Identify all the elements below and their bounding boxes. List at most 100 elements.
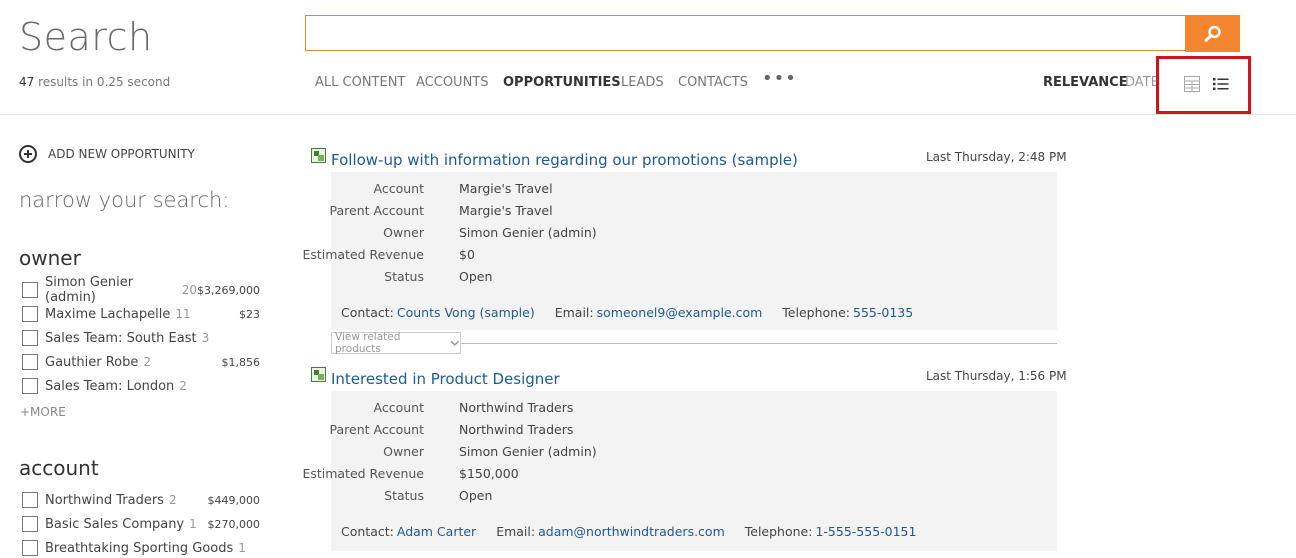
facet-label: Sales Team: South East — [45, 330, 197, 346]
owner-link[interactable]: Simon Genier (admin) — [459, 444, 597, 459]
email-link[interactable]: adam@northwindtraders.com — [538, 524, 725, 539]
facet-count: 2 — [143, 355, 151, 369]
account-link[interactable]: Margie's Travel — [459, 181, 553, 196]
page-title: Search — [19, 15, 153, 59]
contact-line: Contact: Counts Vong (sample) Email: someo… — [341, 305, 916, 320]
tab-all-content[interactable]: ALL CONTENT — [315, 75, 405, 90]
phone-link[interactable]: 555-0135 — [853, 305, 913, 320]
facet-label: Breathtaking Sporting Goods — [45, 540, 234, 556]
checkbox[interactable] — [22, 492, 38, 508]
result-count: 47 — [19, 75, 35, 89]
field-label: Owner — [383, 225, 424, 240]
facet-amount: $270,000 — [207, 517, 261, 531]
search-input[interactable] — [305, 15, 1185, 51]
related-products-label: View related products — [335, 331, 401, 355]
checkbox[interactable] — [22, 282, 38, 298]
phone-label: Telephone: — [782, 305, 850, 320]
field-owner: Owner Simon Genier (admin) — [331, 225, 1031, 243]
grid-view-icon[interactable] — [1184, 76, 1200, 96]
field-label: Parent Account — [329, 203, 424, 218]
view-related-products-button[interactable]: View related products — [331, 331, 461, 355]
field-parent-account: Parent Account Margie's Travel — [329, 203, 1031, 221]
phone-label: Telephone: — [744, 524, 813, 539]
result-time: in 0.25 second — [82, 75, 171, 89]
field-value: $0 — [459, 247, 475, 262]
facet-label: Northwind Traders — [45, 492, 164, 508]
account-facet-item[interactable]: Northwind Traders 2 $449,000 — [22, 490, 260, 510]
checkbox[interactable] — [22, 516, 38, 532]
facet-amount: $3,269,000 — [197, 283, 260, 297]
sort-relevance[interactable]: RELEVANCE — [1043, 75, 1128, 90]
opportunity-record-icon — [311, 367, 326, 382]
owner-facet-item[interactable]: Maxime Lachapelle 11 $23 — [22, 304, 260, 324]
field-estimated-revenue: Estimated Revenue $0 — [302, 247, 1031, 265]
list-view-icon[interactable] — [1213, 76, 1229, 95]
account-facet-item[interactable]: Breathtaking Sporting Goods 1 — [22, 538, 260, 558]
field-value: Open — [459, 269, 493, 284]
tab-leads[interactable]: LEADS — [621, 75, 664, 90]
field-value: Open — [459, 488, 493, 503]
contact-label: Contact: — [341, 524, 394, 539]
contact-link[interactable]: Adam Carter — [397, 524, 476, 539]
facet-label: Simon Genier (admin) — [45, 275, 134, 305]
field-label: Owner — [383, 444, 424, 459]
owner-link[interactable]: Simon Genier (admin) — [459, 225, 597, 240]
contact-label: Contact: — [341, 305, 394, 320]
email-label: Email: — [496, 524, 536, 539]
header-divider — [0, 114, 1296, 115]
narrow-search-heading: narrow your search: — [19, 188, 230, 212]
account-facet-title: account — [19, 456, 99, 480]
result-count-label: results — [38, 75, 79, 89]
facet-label: Maxime Lachapelle — [45, 306, 171, 322]
search-button[interactable] — [1185, 15, 1240, 52]
field-status: Status Open — [331, 488, 1031, 506]
phone-link[interactable]: 1-555-555-0151 — [815, 524, 916, 539]
result-title[interactable]: Follow-up with information regarding our… — [331, 151, 798, 169]
account-link[interactable]: Northwind Traders — [459, 400, 573, 415]
field-label: Status — [384, 269, 424, 284]
owner-facet-item[interactable]: Gauthier Robe 2 $1,856 — [22, 352, 260, 372]
field-value: Northwind Traders — [459, 422, 574, 437]
checkbox[interactable] — [22, 540, 38, 556]
facet-amount: $1,856 — [221, 355, 261, 369]
account-facet-item[interactable]: Basic Sales Company 1 $270,000 — [22, 514, 260, 534]
facet-amount: $23 — [239, 307, 260, 321]
search-icon — [1204, 25, 1221, 42]
checkbox[interactable] — [22, 354, 38, 370]
result-date: Last Thursday, 2:48 PM — [926, 150, 1067, 164]
add-new-opportunity-button[interactable]: ADD NEW OPPORTUNITY — [19, 145, 195, 163]
owner-more-link[interactable]: +MORE — [20, 405, 66, 419]
related-divider — [461, 343, 1057, 344]
owner-facet-item[interactable]: Sales Team: South East 3 — [22, 328, 260, 348]
email-link[interactable]: someonel9@example.com — [597, 305, 763, 320]
facet-amount: $449,000 — [207, 493, 261, 507]
email-label: Email: — [554, 305, 594, 320]
owner-facet-item[interactable]: Sales Team: London 2 — [22, 376, 260, 396]
sort-date[interactable]: DATE — [1125, 75, 1159, 90]
field-label: Estimated Revenue — [302, 466, 424, 481]
contact-link[interactable]: Counts Vong (sample) — [397, 305, 535, 320]
result-title[interactable]: Interested in Product Designer — [331, 370, 560, 388]
view-toggle-highlight — [1156, 56, 1251, 114]
more-tabs-button[interactable]: ••• — [762, 68, 797, 89]
checkbox[interactable] — [22, 306, 38, 322]
field-label: Account — [373, 181, 424, 196]
tab-accounts[interactable]: ACCOUNTS — [416, 75, 488, 90]
facet-count: 20 — [181, 283, 198, 297]
owner-facet-item[interactable]: Simon Genier (admin) 20 $3,269,000 — [22, 275, 260, 305]
result-summary: 47 results in 0.25 second — [19, 75, 170, 89]
facet-label: Basic Sales Company — [45, 516, 185, 532]
facet-label: Gauthier Robe — [45, 354, 139, 370]
checkbox[interactable] — [22, 378, 38, 394]
tab-contacts[interactable]: CONTACTS — [678, 75, 748, 90]
field-label: Account — [373, 400, 424, 415]
field-label: Estimated Revenue — [302, 247, 424, 262]
facet-count: 1 — [238, 541, 246, 555]
facet-count: 2 — [179, 379, 187, 393]
checkbox[interactable] — [22, 330, 38, 346]
facet-count: 3 — [201, 331, 210, 345]
add-new-label: ADD NEW OPPORTUNITY — [48, 147, 195, 161]
facet-label: Sales Team: London — [45, 378, 175, 394]
field-label: Status — [384, 488, 424, 503]
tab-opportunities[interactable]: OPPORTUNITIES — [503, 75, 621, 90]
